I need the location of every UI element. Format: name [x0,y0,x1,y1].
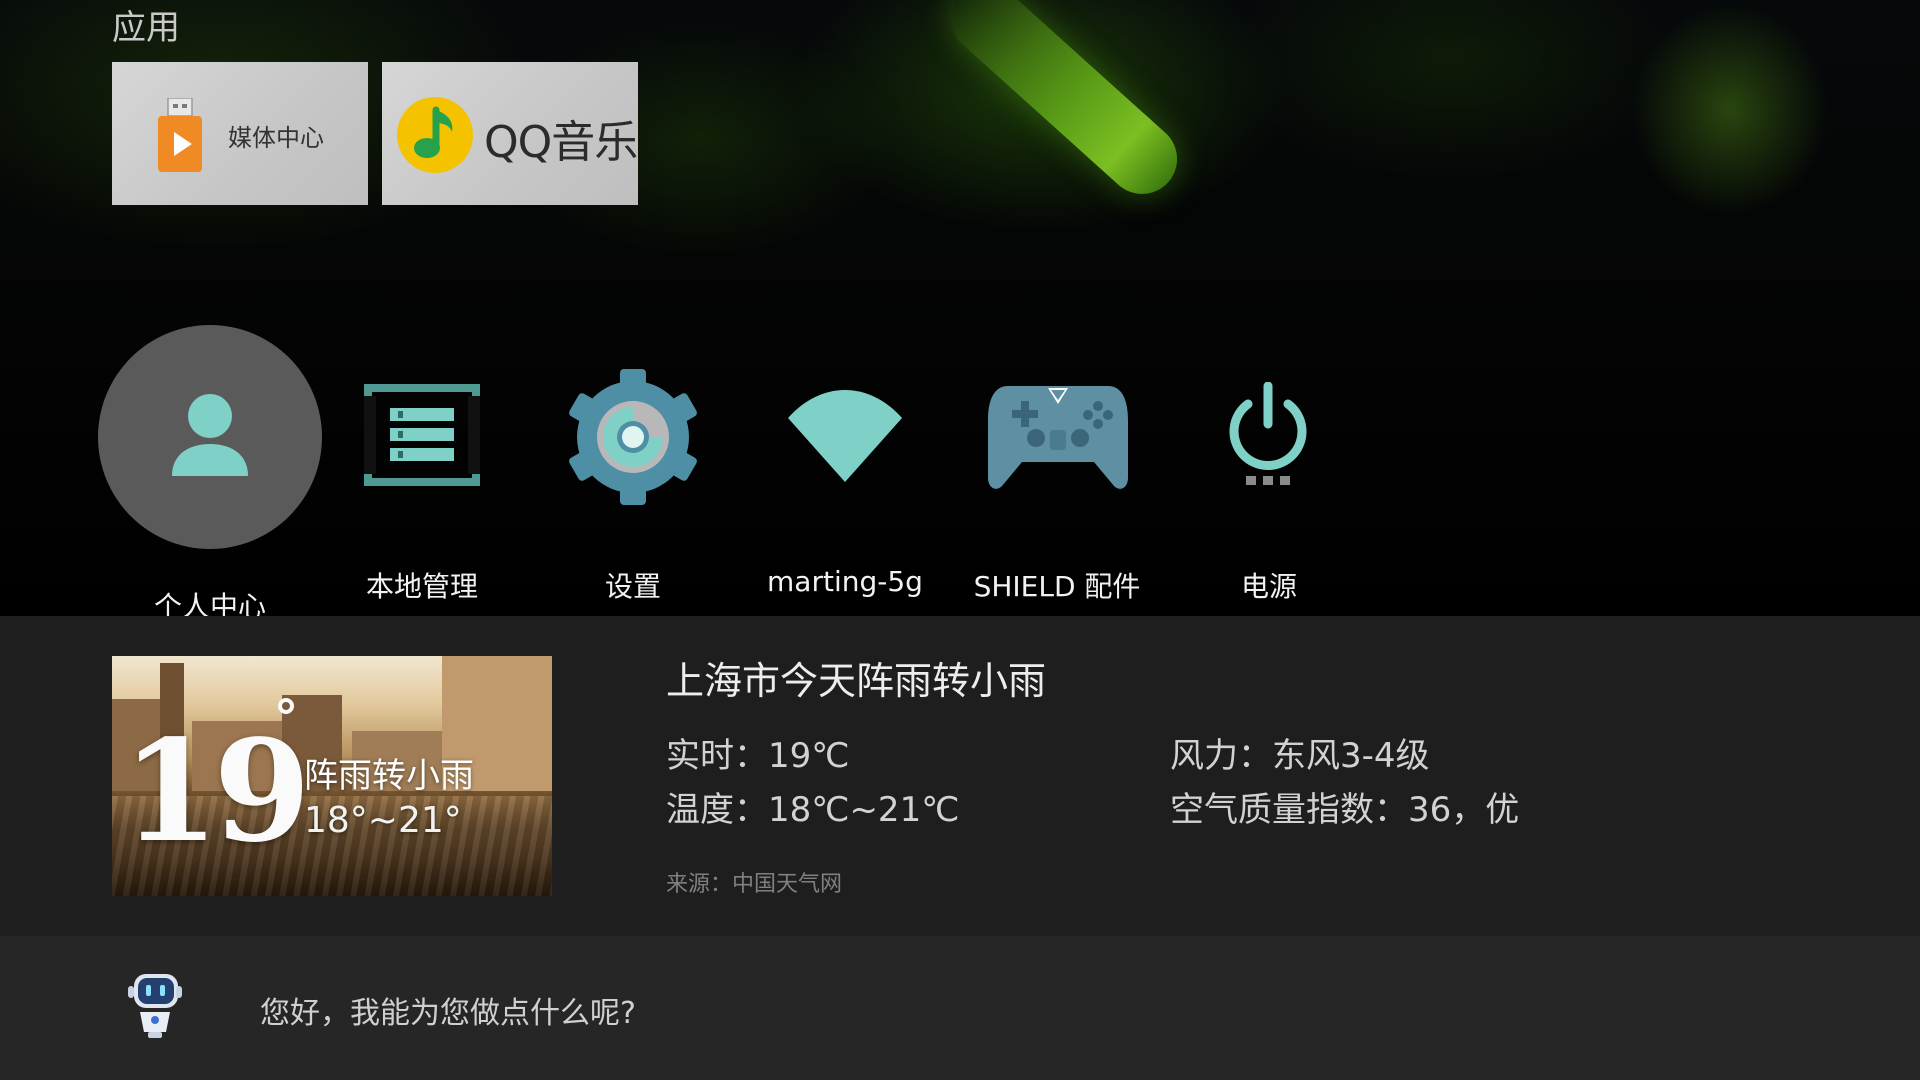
qq-music-tile[interactable]: QQ音乐 [382,62,638,205]
weather-image-temperature: 19 [122,710,311,874]
nav-label-wifi: marting-5g [767,565,923,598]
weather-temperature-range: 温度：18℃~21℃ [666,790,960,830]
nav-label-shield-accessories: SHIELD 配件 [973,570,1141,603]
nav-label-local-management: 本地管理 [365,570,478,603]
weather-image-degree-mark [278,698,294,714]
gamepad-icon[interactable] [986,380,1130,492]
nav-label-settings: 设置 [604,570,661,603]
apps-section-label: 应用 [112,8,180,48]
weather-realtime: 实时：19℃ [666,736,850,776]
gear-icon[interactable] [562,366,704,508]
qq-music-label: QQ音乐 [484,117,638,168]
weather-image-condition: 阵雨转小雨 [304,756,474,796]
tv-home-screen: 应用 媒体中心 QQ音乐 个人中心 本地管理 设置 marting-5g SHI… [0,0,1920,1080]
file-manager-icon[interactable] [364,384,480,486]
nav-label-power: 电源 [1240,570,1297,603]
weather-source: 来源：中国天气网 [666,872,843,897]
weather-image: 19 阵雨转小雨 18°~21° [112,656,552,896]
weather-wind: 风力：东风3-4级 [1170,736,1430,776]
weather-aqi: 空气质量指数：36，优 [1170,790,1520,830]
weather-image-range: 18°~21° [304,800,462,841]
media-center-label: 媒体中心 [228,124,324,152]
media-center-tile[interactable]: 媒体中心 [112,62,368,205]
assistant-prompt: 您好，我能为您做点什么呢? [260,996,636,1031]
power-icon[interactable] [1226,382,1310,488]
weather-title: 上海市今天阵雨转小雨 [666,659,1047,703]
qq-music-icon [397,97,473,173]
robot-icon [128,974,182,1038]
person-icon [172,394,248,476]
usb-media-icon [158,98,202,172]
wifi-icon[interactable] [786,388,904,482]
